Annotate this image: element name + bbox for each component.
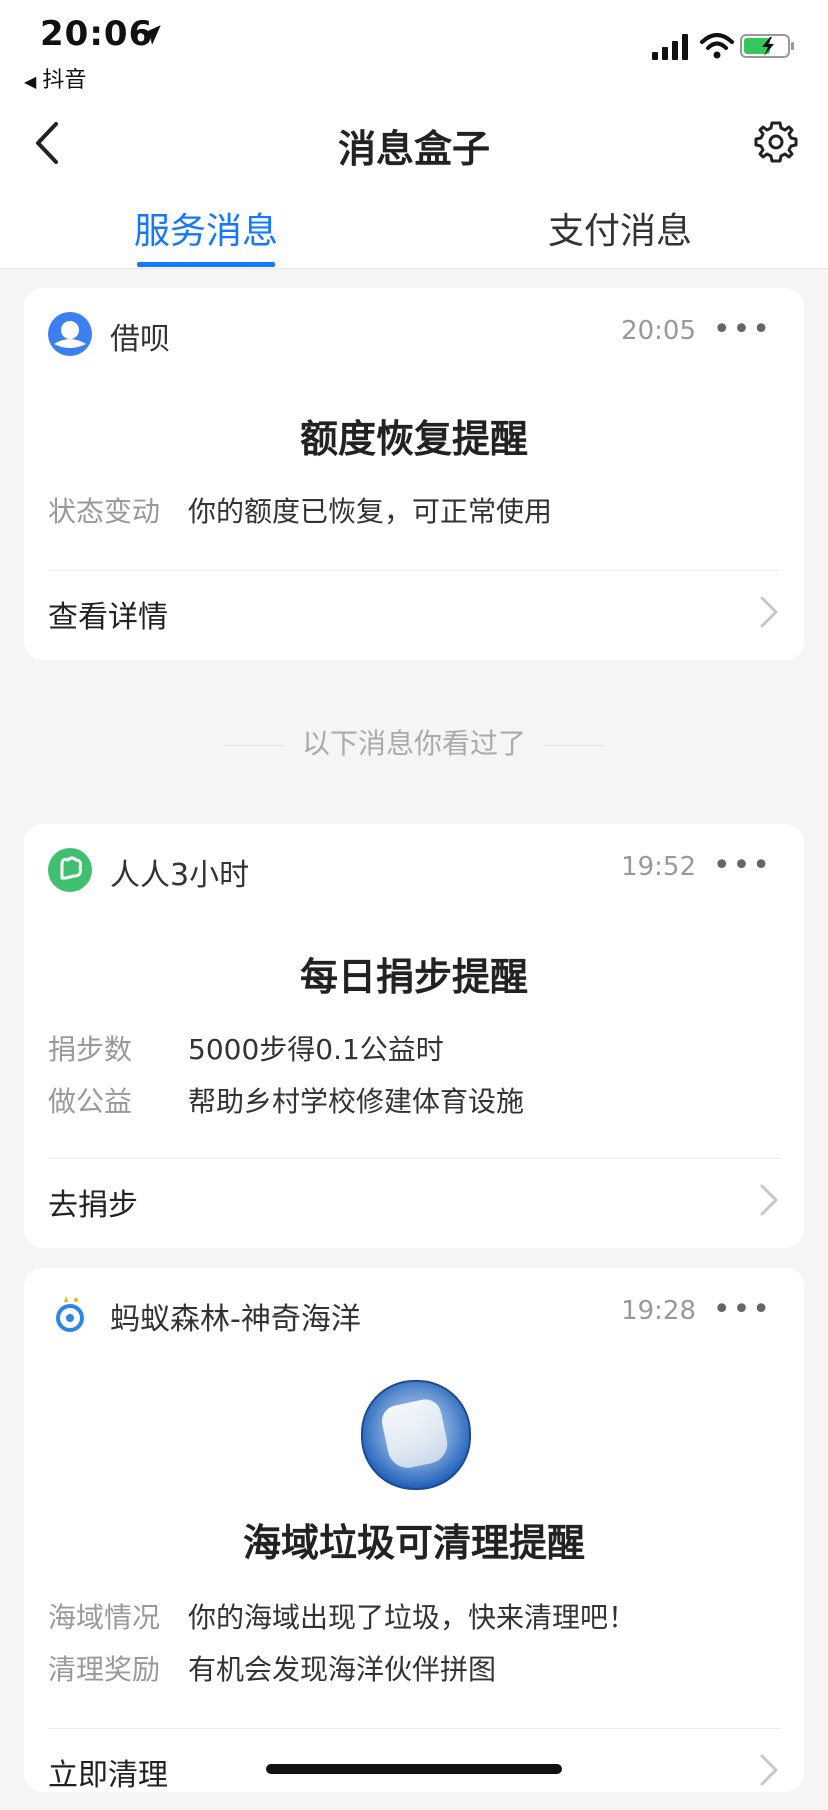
detail-row: 捐步数 5000步得0.1公益时 [48, 1028, 444, 1068]
divider [48, 570, 780, 571]
seen-divider-text: 以下消息你看过了 [301, 727, 526, 760]
source-name: 人人3小时 [110, 858, 250, 893]
renren-logo-icon [48, 848, 92, 892]
detail-key: 海域情况 [48, 1601, 161, 1634]
card-header: 人人3小时 19:52 ••• [48, 846, 780, 896]
location-arrow-icon [141, 25, 161, 45]
active-tab-indicator [137, 262, 275, 267]
donate-steps-action[interactable]: 去捐步 [48, 1160, 780, 1240]
detail-row: 清理奖励 有机会发现海洋伙伴拼图 [48, 1648, 496, 1688]
status-bar: 20:06 ◀ 抖音 [0, 0, 828, 100]
message-card: 借呗 20:05 ••• 额度恢复提醒 状态变动 你的额度已恢复，可正常使用 查看… [24, 288, 804, 660]
back-app-label: 抖音 [42, 68, 87, 93]
seen-divider: 以下消息你看过了 [0, 722, 828, 762]
detail-key: 清理奖励 [48, 1653, 161, 1686]
message-card: 蚂蚁森林-神奇海洋 19:28 ••• 海域垃圾可清理提醒 海域情况 你的海域出现… [24, 1268, 804, 1793]
message-card: 人人3小时 19:52 ••• 每日捐步提醒 捐步数 5000步得0.1公益时 做… [24, 824, 804, 1248]
home-indicator[interactable] [266, 1764, 562, 1774]
plastic-bag-icon [379, 1396, 451, 1472]
card-header: 蚂蚁森林-神奇海洋 19:28 ••• [48, 1290, 780, 1340]
detail-value: 5000步得0.1公益时 [188, 1033, 444, 1066]
source-name: 借呗 [110, 322, 170, 357]
divider-line [544, 744, 604, 746]
card-title: 额度恢复提醒 [299, 417, 528, 461]
signal-icon [652, 34, 688, 60]
tab-service-messages[interactable]: 服务消息 [56, 202, 356, 254]
action-label: 立即清理 [48, 1758, 168, 1793]
action-label: 查看详情 [48, 600, 168, 635]
card-header: 借呗 20:05 ••• [48, 310, 780, 360]
jiebei-logo-icon [48, 312, 92, 356]
chevron-right-icon [760, 596, 778, 628]
divider [48, 1728, 780, 1729]
detail-row: 状态变动 你的额度已恢复，可正常使用 [48, 490, 552, 530]
divider-line [223, 744, 284, 746]
nav-bar: 消息盒子 [0, 100, 828, 186]
chevron-right-icon [760, 1754, 778, 1786]
antforest-logo-icon [56, 1296, 84, 1332]
tab-payment-messages[interactable]: 支付消息 [470, 202, 770, 254]
detail-row: 海域情况 你的海域出现了垃圾，快来清理吧！ [48, 1596, 636, 1636]
detail-value: 帮助乡村学校修建体育设施 [188, 1085, 525, 1118]
detail-value: 有机会发现海洋伙伴拼图 [188, 1653, 497, 1686]
page-title: 消息盒子 [337, 127, 490, 171]
detail-value: 你的额度已恢复，可正常使用 [188, 495, 553, 528]
divider [48, 1158, 780, 1159]
detail-value: 你的海域出现了垃圾，快来清理吧！ [188, 1601, 637, 1634]
action-label: 去捐步 [48, 1188, 138, 1223]
view-details-action[interactable]: 查看详情 [48, 572, 780, 652]
message-time: 20:05 [621, 316, 696, 346]
source-name: 蚂蚁森林-神奇海洋 [110, 1302, 361, 1337]
detail-key: 做公益 [48, 1085, 133, 1118]
detail-row: 做公益 帮助乡村学校修建体育设施 [48, 1080, 524, 1120]
gear-icon[interactable] [752, 118, 800, 166]
chevron-right-icon [760, 1184, 778, 1216]
card-title: 海域垃圾可清理提醒 [242, 1521, 585, 1565]
back-triangle-icon: ◀ [24, 72, 37, 91]
ocean-trash-image [361, 1380, 471, 1490]
message-time: 19:28 [621, 1296, 696, 1326]
detail-key: 状态变动 [48, 495, 161, 528]
status-time: 20:06 [40, 14, 154, 54]
more-icon[interactable]: ••• [713, 848, 772, 883]
back-to-app[interactable]: ◀ 抖音 [24, 62, 86, 94]
message-time: 19:52 [621, 852, 696, 882]
card-title: 每日捐步提醒 [299, 955, 528, 999]
more-icon[interactable]: ••• [713, 1292, 772, 1327]
more-icon[interactable]: ••• [713, 312, 772, 347]
tab-bar: 服务消息 支付消息 [0, 186, 828, 269]
wifi-icon [700, 33, 734, 59]
detail-key: 捐步数 [48, 1033, 133, 1066]
battery-icon [740, 34, 794, 58]
